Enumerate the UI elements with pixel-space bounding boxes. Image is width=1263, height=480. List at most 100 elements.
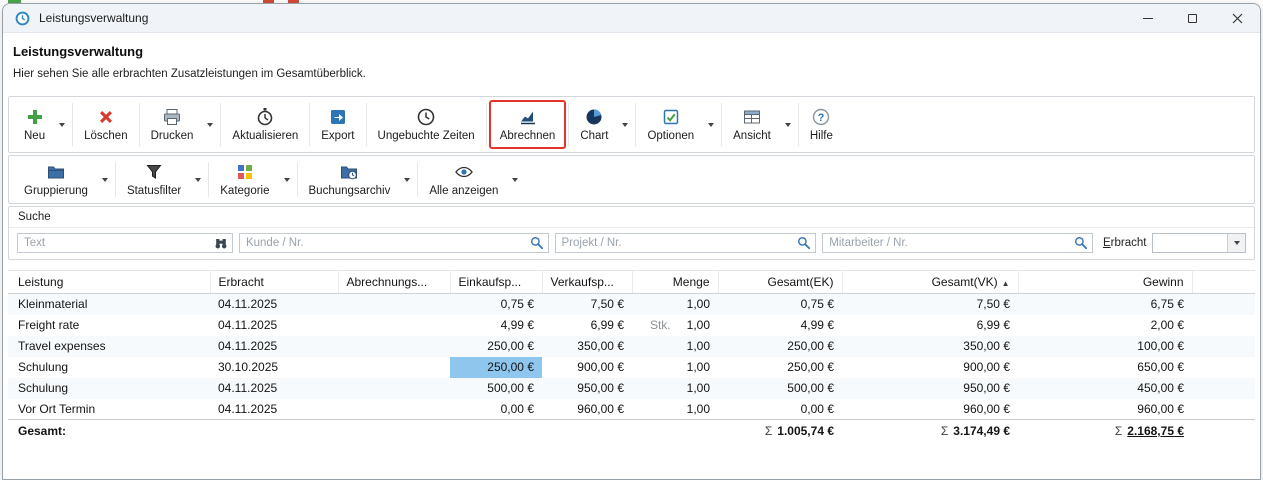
- column-header-gewinn[interactable]: Gewinn: [1018, 271, 1192, 294]
- table-cell[interactable]: 900,00 €: [842, 357, 1018, 378]
- column-header-menge[interactable]: Menge: [632, 271, 718, 294]
- table-cell[interactable]: 0,00 €: [450, 399, 542, 420]
- column-header-einkaufspreis[interactable]: Einkaufsp...: [450, 271, 542, 294]
- toolbar-button-gruppierung[interactable]: Gruppierung: [15, 158, 97, 201]
- table-cell[interactable]: 950,00 €: [542, 378, 632, 399]
- table-cell[interactable]: Stk.1,00: [632, 315, 718, 336]
- table-cell[interactable]: 04.11.2025: [210, 294, 338, 315]
- chevron-down-icon[interactable]: [622, 123, 628, 127]
- column-header-gesamt-ek[interactable]: Gesamt(EK): [718, 271, 842, 294]
- table-cell[interactable]: [338, 357, 450, 378]
- table-cell[interactable]: 6,99 €: [842, 315, 1018, 336]
- table-cell[interactable]: 960,00 €: [542, 399, 632, 420]
- table-cell[interactable]: 650,00 €: [1018, 357, 1192, 378]
- table-cell[interactable]: 0,75 €: [450, 294, 542, 315]
- table-cell[interactable]: Vor Ort Termin: [8, 399, 210, 420]
- table-row[interactable]: Freight rate04.11.20254,99 €6,99 €Stk.1,…: [8, 315, 1255, 336]
- table-row[interactable]: Vor Ort Termin04.11.20250,00 €960,00 €1,…: [8, 399, 1255, 420]
- table-cell[interactable]: 500,00 €: [450, 378, 542, 399]
- table-cell[interactable]: 2,00 €: [1018, 315, 1192, 336]
- table-cell[interactable]: [338, 378, 450, 399]
- binoculars-icon[interactable]: [213, 235, 229, 251]
- toolbar-button-statusfilter[interactable]: Statusfilter: [118, 158, 190, 201]
- column-header-erbracht[interactable]: Erbracht: [210, 271, 338, 294]
- table-cell[interactable]: 250,00 €: [718, 357, 842, 378]
- minimize-button[interactable]: [1125, 4, 1170, 32]
- search-icon[interactable]: [529, 235, 545, 251]
- table-cell[interactable]: 960,00 €: [1018, 399, 1192, 420]
- table-row[interactable]: Schulung30.10.2025250,00 €900,00 €1,0025…: [8, 357, 1255, 378]
- table-cell[interactable]: 500,00 €: [718, 378, 842, 399]
- table-cell[interactable]: Schulung: [8, 357, 210, 378]
- table-cell[interactable]: 450,00 €: [1018, 378, 1192, 399]
- search-kunde-input[interactable]: [239, 233, 549, 253]
- table-cell[interactable]: 04.11.2025: [210, 378, 338, 399]
- table-cell[interactable]: [338, 315, 450, 336]
- table-cell[interactable]: 100,00 €: [1018, 336, 1192, 357]
- table-cell[interactable]: 1,00: [632, 357, 718, 378]
- toolbar-button-hilfe[interactable]: ?Hilfe: [801, 99, 842, 150]
- chevron-down-icon[interactable]: [404, 178, 410, 182]
- table-cell[interactable]: 30.10.2025: [210, 357, 338, 378]
- chevron-down-icon[interactable]: [195, 178, 201, 182]
- table-cell[interactable]: 350,00 €: [842, 336, 1018, 357]
- toolbar-button-ungebuchte-zeiten[interactable]: Ungebuchte Zeiten: [369, 99, 484, 150]
- search-mitarbeiter-input[interactable]: [822, 233, 1093, 253]
- table-cell[interactable]: 6,99 €: [542, 315, 632, 336]
- table-cell[interactable]: 4,99 €: [718, 315, 842, 336]
- column-header-leistung[interactable]: Leistung: [8, 271, 210, 294]
- toolbar-button-alle-anzeigen[interactable]: Alle anzeigen: [420, 158, 507, 201]
- table-cell[interactable]: Travel expenses: [8, 336, 210, 357]
- table-cell[interactable]: 250,00 €: [718, 336, 842, 357]
- table-cell[interactable]: 250,00 €: [450, 336, 542, 357]
- chevron-down-icon[interactable]: [102, 178, 108, 182]
- toolbar-button-drucken[interactable]: Drucken: [142, 99, 203, 150]
- table-cell[interactable]: 0,00 €: [718, 399, 842, 420]
- chevron-down-icon[interactable]: [512, 178, 518, 182]
- table-row[interactable]: Schulung04.11.2025500,00 €950,00 €1,0050…: [8, 378, 1255, 399]
- toolbar-button-kategorie[interactable]: Kategorie: [211, 158, 278, 201]
- chevron-down-icon[interactable]: [207, 123, 213, 127]
- table-cell[interactable]: 900,00 €: [542, 357, 632, 378]
- toolbar-button-chart[interactable]: Chart: [571, 99, 617, 150]
- toolbar-button-neu[interactable]: Neu: [15, 99, 54, 150]
- search-icon[interactable]: [796, 235, 812, 251]
- table-row[interactable]: Travel expenses04.11.2025250,00 €350,00 …: [8, 336, 1255, 357]
- table-cell[interactable]: 1,00: [632, 378, 718, 399]
- toolbar-button-loeschen[interactable]: Löschen: [75, 99, 136, 150]
- table-cell[interactable]: [338, 399, 450, 420]
- table-cell[interactable]: 1,00: [632, 294, 718, 315]
- table-cell[interactable]: 0,75 €: [718, 294, 842, 315]
- combo-dropdown-button[interactable]: [1227, 234, 1245, 252]
- table-cell[interactable]: 6,75 €: [1018, 294, 1192, 315]
- table-cell[interactable]: 350,00 €: [542, 336, 632, 357]
- toolbar-button-aktualisieren[interactable]: Aktualisieren: [223, 99, 307, 150]
- search-text-input[interactable]: [17, 233, 233, 253]
- toolbar-button-export[interactable]: Export: [312, 99, 363, 150]
- table-cell[interactable]: 04.11.2025: [210, 336, 338, 357]
- maximize-button[interactable]: [1170, 4, 1215, 32]
- table-cell[interactable]: 7,50 €: [842, 294, 1018, 315]
- table-cell[interactable]: 960,00 €: [842, 399, 1018, 420]
- chevron-down-icon[interactable]: [785, 123, 791, 127]
- table-cell[interactable]: [338, 294, 450, 315]
- chevron-down-icon[interactable]: [708, 123, 714, 127]
- table-cell[interactable]: 1,00: [632, 399, 718, 420]
- erbracht-select[interactable]: [1152, 233, 1246, 253]
- table-cell[interactable]: 04.11.2025: [210, 315, 338, 336]
- toolbar-button-optionen[interactable]: Optionen: [638, 99, 703, 150]
- toolbar-button-buchungsarchiv[interactable]: Buchungsarchiv: [300, 158, 400, 201]
- table-cell[interactable]: 250,00 €: [450, 357, 542, 378]
- table-cell[interactable]: [338, 336, 450, 357]
- search-icon[interactable]: [1073, 235, 1089, 251]
- chevron-down-icon[interactable]: [59, 123, 65, 127]
- column-header-gesamt-vk[interactable]: Gesamt(VK)▲: [842, 271, 1018, 294]
- toolbar-button-abrechnen[interactable]: Abrechnen: [489, 100, 567, 149]
- table-cell[interactable]: 04.11.2025: [210, 399, 338, 420]
- table-cell[interactable]: 1,00: [632, 336, 718, 357]
- column-header-verkaufspreis[interactable]: Verkaufsp...: [542, 271, 632, 294]
- table-cell[interactable]: Kleinmaterial: [8, 294, 210, 315]
- table-cell[interactable]: 950,00 €: [842, 378, 1018, 399]
- table-cell[interactable]: Freight rate: [8, 315, 210, 336]
- table-row[interactable]: Kleinmaterial04.11.20250,75 €7,50 €1,000…: [8, 294, 1255, 315]
